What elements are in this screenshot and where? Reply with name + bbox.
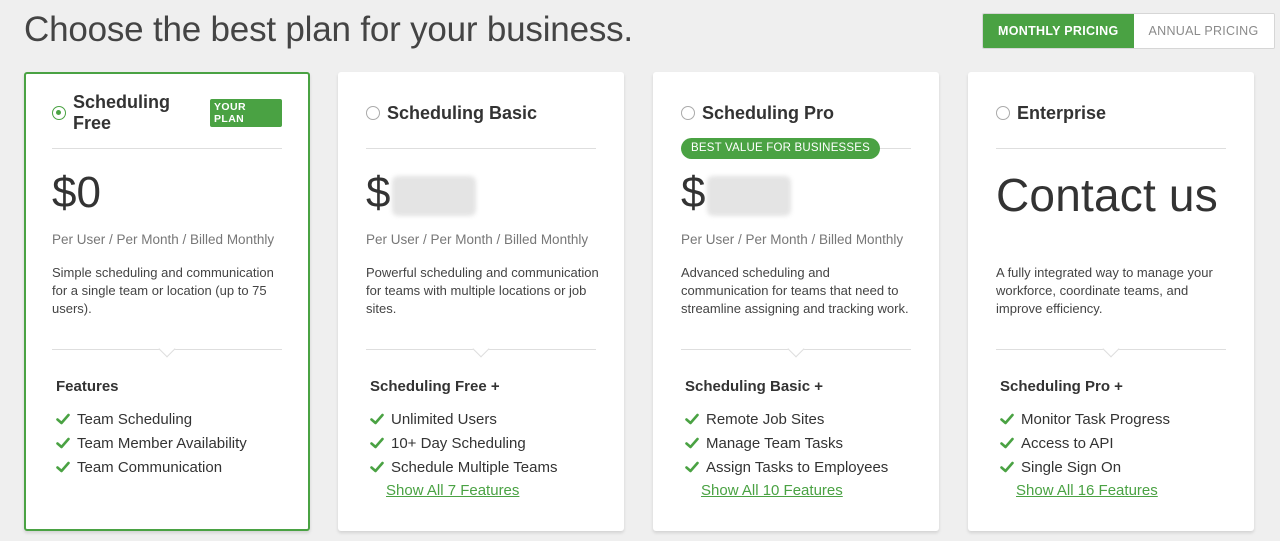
features-heading: Features — [56, 378, 119, 395]
divider — [681, 340, 911, 358]
feature-item: Team Scheduling — [56, 407, 298, 431]
plan-description: Simple scheduling and communication for … — [52, 265, 274, 316]
feature-list: Unlimited Users 10+ Day Scheduling Sched… — [370, 407, 614, 479]
check-icon — [685, 437, 699, 449]
feature-label: Monitor Task Progress — [1021, 410, 1170, 428]
plan-header: Scheduling Pro — [681, 102, 911, 124]
check-icon — [1000, 437, 1014, 449]
plan-radio[interactable] — [366, 106, 380, 120]
plan-header: Scheduling Free YOUR PLAN — [52, 92, 282, 133]
billing-terms: Per User / Per Month / Billed Monthly — [52, 232, 275, 247]
feature-label: Assign Tasks to Employees — [706, 458, 889, 476]
plan-price: $0 — [52, 168, 101, 218]
price-symbol: $ — [52, 168, 77, 217]
feature-item: Schedule Multiple Teams — [370, 455, 614, 479]
feature-item: Assign Tasks to Employees — [685, 455, 929, 479]
check-icon — [56, 437, 70, 449]
feature-item: Manage Team Tasks — [685, 431, 929, 455]
feature-list: Team Scheduling Team Member Availability… — [56, 407, 298, 479]
divider — [52, 148, 282, 149]
page-title: Choose the best plan for your business. — [24, 10, 633, 49]
feature-item: Unlimited Users — [370, 407, 614, 431]
pricing-toggle: MONTHLY PRICING ANNUAL PRICING — [982, 13, 1275, 49]
price-redacted — [707, 176, 792, 216]
feature-item: 10+ Day Scheduling — [370, 431, 614, 455]
feature-list: Monitor Task Progress Access to API Sing… — [1000, 407, 1244, 479]
show-all-features-link[interactable]: Show All 10 Features — [701, 479, 843, 503]
check-icon — [1000, 461, 1014, 473]
show-all-features-link[interactable]: Show All 16 Features — [1016, 479, 1158, 503]
plan-radio[interactable] — [996, 106, 1010, 120]
price-symbol: $ — [366, 168, 391, 217]
plan-header: Enterprise — [996, 102, 1226, 124]
feature-item: Team Member Availability — [56, 431, 298, 455]
check-icon — [370, 413, 384, 425]
feature-item: Monitor Task Progress — [1000, 407, 1244, 431]
plan-radio[interactable] — [681, 106, 695, 120]
features-heading: Scheduling Free + — [370, 378, 500, 395]
plan-name: Scheduling Basic — [387, 102, 538, 123]
divider-notch — [787, 340, 805, 358]
feature-item: Access to API — [1000, 431, 1244, 455]
feature-label: Single Sign On — [1021, 458, 1122, 476]
check-icon — [370, 437, 384, 449]
your-plan-badge: YOUR PLAN — [209, 99, 282, 127]
annual-pricing-button[interactable]: ANNUAL PRICING — [1133, 14, 1274, 48]
plan-radio-selected[interactable] — [52, 106, 66, 120]
divider — [52, 340, 282, 358]
plan-card-scheduling-pro[interactable]: Scheduling Pro BEST VALUE FOR BUSINESSES… — [653, 72, 939, 531]
price-redacted — [392, 176, 477, 216]
feature-list: Remote Job Sites Manage Team Tasks Assig… — [685, 407, 929, 479]
feature-label: Team Member Availability — [77, 434, 247, 452]
feature-item: Single Sign On — [1000, 455, 1244, 479]
billing-terms: Per User / Per Month / Billed Monthly — [366, 232, 589, 247]
plan-card-scheduling-basic[interactable]: Scheduling Basic $ Per User / Per Month … — [338, 72, 624, 531]
features-heading: Scheduling Basic + — [685, 378, 823, 395]
feature-label: Team Communication — [77, 458, 223, 476]
plan-header: Scheduling Basic — [366, 102, 596, 124]
divider-notch — [158, 340, 176, 358]
check-icon — [56, 413, 70, 425]
plan-name: Scheduling Free — [73, 92, 171, 133]
feature-label: Schedule Multiple Teams — [391, 458, 558, 476]
check-icon — [370, 461, 384, 473]
plan-description: Advanced scheduling and communication fo… — [681, 265, 909, 316]
feature-label: Access to API — [1021, 434, 1114, 452]
feature-label: Remote Job Sites — [706, 410, 825, 428]
plan-description: A fully integrated way to manage your wo… — [996, 265, 1213, 316]
pricing-page: Choose the best plan for your business. … — [0, 0, 1280, 541]
divider — [366, 148, 596, 149]
plan-card-enterprise[interactable]: Enterprise Contact us A fully integrated… — [968, 72, 1254, 531]
plan-price: $ — [366, 168, 477, 218]
feature-label: Unlimited Users — [391, 410, 497, 428]
contact-us-price: Contact us — [996, 169, 1218, 221]
divider — [996, 148, 1226, 149]
best-value-badge: BEST VALUE FOR BUSINESSES — [681, 138, 881, 159]
check-icon — [1000, 413, 1014, 425]
billing-terms: Per User / Per Month / Billed Monthly — [681, 232, 904, 247]
plan-name: Scheduling Pro — [702, 102, 835, 123]
check-icon — [685, 461, 699, 473]
features-heading: Scheduling Pro + — [1000, 378, 1123, 395]
plan-description: Powerful scheduling and communication fo… — [366, 265, 599, 316]
show-all-features-link[interactable]: Show All 7 Features — [386, 479, 519, 503]
divider — [366, 340, 596, 358]
check-icon — [56, 461, 70, 473]
divider — [996, 340, 1226, 358]
price-value: 0 — [76, 168, 101, 217]
feature-label: Manage Team Tasks — [706, 434, 844, 452]
feature-label: 10+ Day Scheduling — [391, 434, 526, 452]
monthly-pricing-button[interactable]: MONTHLY PRICING — [983, 14, 1134, 48]
check-icon — [685, 413, 699, 425]
divider-notch — [1102, 340, 1120, 358]
feature-item: Remote Job Sites — [685, 407, 929, 431]
feature-label: Team Scheduling — [77, 410, 193, 428]
plan-price: $ — [681, 168, 792, 218]
plan-name: Enterprise — [1017, 102, 1107, 123]
plan-card-scheduling-free[interactable]: Scheduling Free YOUR PLAN $0 Per User / … — [24, 72, 310, 531]
divider-notch — [472, 340, 490, 358]
price-symbol: $ — [681, 168, 706, 217]
feature-item: Team Communication — [56, 455, 298, 479]
